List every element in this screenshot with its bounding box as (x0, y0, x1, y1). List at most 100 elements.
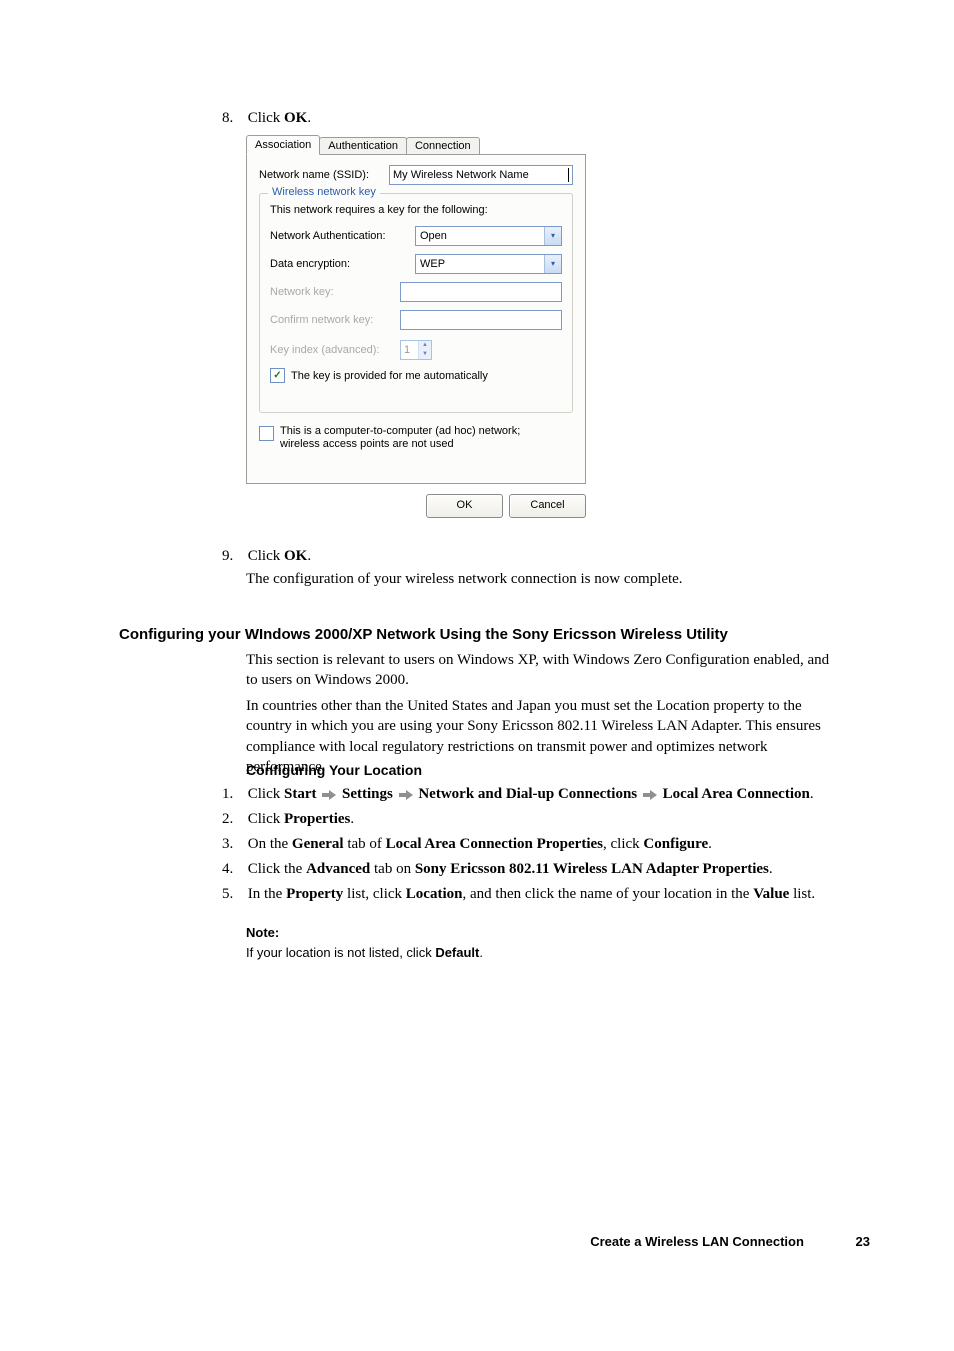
enc-value: WEP (416, 258, 544, 270)
autokey-label: The key is provided for me automatically (291, 370, 488, 382)
ok-button[interactable]: OK (426, 494, 503, 518)
step-9-suffix: . (307, 548, 311, 564)
keyindex-spin-buttons: ▲ ▼ (418, 341, 431, 359)
lac-bold: Local Area Connection (663, 786, 810, 802)
step-8-text: Click OK. (248, 110, 311, 126)
loc-step-3-num: 3. (222, 836, 244, 853)
t: . (810, 786, 814, 802)
t: tab on (370, 861, 415, 877)
spin-down-icon[interactable]: ▼ (419, 350, 431, 359)
footer-title: Create a Wireless LAN Connection (590, 1234, 804, 1249)
start-bold: Start (284, 786, 317, 802)
chevron-down-icon: ▾ (551, 260, 555, 268)
enc-combo[interactable]: WEP ▾ (415, 254, 562, 274)
t: , click (603, 836, 643, 852)
loc-step-4: 4. Click the Advanced tab on Sony Ericss… (222, 861, 872, 878)
section-heading: Configuring your WIndows 2000/XP Network… (119, 626, 728, 643)
t: On the (248, 836, 292, 852)
subsection-heading: Configuring Your Location (246, 762, 422, 778)
t: Click the (248, 861, 306, 877)
loc-step-1: 1. Click Start Settings Network and Dial… (222, 786, 872, 803)
t: . (708, 836, 712, 852)
tab-association-label: Association (255, 139, 311, 151)
loc-step-1-body: Click Start Settings Network and Dial-up… (248, 786, 868, 803)
autokey-row: ✓ The key is provided for me automatical… (270, 368, 562, 383)
loc-step-5: 5. In the Property list, click Location,… (222, 886, 872, 903)
t: If your location is not listed, click (246, 945, 435, 960)
step-8-number: 8. (222, 110, 244, 127)
loc-step-2: 2. Click Properties. (222, 811, 872, 828)
step-9-prefix: Click (248, 548, 284, 564)
loc-step-4-num: 4. (222, 861, 244, 878)
dialog-buttons: OK Cancel (246, 494, 586, 518)
tab-connection[interactable]: Connection (406, 137, 480, 154)
enc-row: Data encryption: WEP ▾ (270, 254, 562, 274)
tab-authentication[interactable]: Authentication (319, 137, 407, 154)
netkey-input[interactable] (400, 282, 562, 302)
step-8-prefix: Click (248, 110, 284, 126)
wireless-properties-dialog: Association Authentication Connection Ne… (246, 134, 586, 528)
arrow-right-icon (399, 790, 413, 800)
keyindex-label: Key index (advanced): (270, 344, 400, 356)
t: Click (248, 786, 284, 802)
auth-label: Network Authentication: (270, 230, 415, 242)
loc-step-2-num: 2. (222, 811, 244, 828)
loc-step-1-num: 1. (222, 786, 244, 803)
autokey-checkbox[interactable]: ✓ (270, 368, 285, 383)
t: list. (789, 886, 815, 902)
step-8-bold: OK (284, 110, 307, 126)
loc-step-2-body: Click Properties. (248, 811, 868, 828)
loc-step-5-body: In the Property list, click Location, an… (248, 886, 868, 903)
adhoc-checkbox[interactable] (259, 426, 274, 441)
spin-up-icon[interactable]: ▲ (419, 341, 431, 350)
default-bold: Default (435, 945, 479, 960)
t: list, click (343, 886, 406, 902)
note-title: Note: (246, 924, 483, 942)
cancel-button[interactable]: Cancel (509, 494, 586, 518)
adhoc-label: This is a computer-to-computer (ad hoc) … (280, 425, 560, 451)
arrow-right-icon (322, 790, 336, 800)
netdial-bold: Network and Dial-up Connections (418, 786, 637, 802)
auth-combo-button[interactable]: ▾ (544, 227, 561, 245)
wireless-key-intro: This network requires a key for the foll… (270, 204, 562, 216)
location-bold: Location (406, 886, 463, 902)
auth-value: Open (416, 230, 544, 242)
tab-connection-label: Connection (415, 140, 471, 152)
auth-row: Network Authentication: Open ▾ (270, 226, 562, 246)
tab-association[interactable]: Association (246, 135, 320, 155)
step-8: 8. Click OK. (222, 110, 311, 127)
t: In the (248, 886, 286, 902)
settings-bold: Settings (342, 786, 393, 802)
properties-bold: Properties (284, 811, 350, 827)
ssid-input[interactable]: My Wireless Network Name (389, 165, 573, 185)
step-9-followup: The configuration of your wireless netwo… (246, 569, 832, 590)
keyindex-spin[interactable]: 1 ▲ ▼ (400, 340, 432, 360)
auth-combo[interactable]: Open ▾ (415, 226, 562, 246)
tab-panel-association: Network name (SSID): My Wireless Network… (246, 154, 586, 484)
property-bold: Property (286, 886, 343, 902)
t: . (350, 811, 354, 827)
step-8-suffix: . (307, 110, 311, 126)
steps-after-dialog: 9. Click OK. The configuration of your w… (222, 546, 832, 590)
t: Click (248, 811, 284, 827)
chevron-down-icon: ▾ (551, 232, 555, 240)
value-bold: Value (753, 886, 789, 902)
advanced-bold: Advanced (306, 861, 370, 877)
t: . (769, 861, 773, 877)
section-para-1: This section is relevant to users on Win… (246, 650, 844, 691)
lacprops-bold: Local Area Connection Properties (386, 836, 603, 852)
step-9-number: 9. (222, 546, 244, 567)
t: tab of (344, 836, 386, 852)
enc-combo-button[interactable]: ▾ (544, 255, 561, 273)
page-footer: Create a Wireless LAN Connection 23 (0, 1234, 870, 1249)
arrow-right-icon (643, 790, 657, 800)
note-block: Note: If your location is not listed, cl… (246, 924, 483, 962)
tab-strip: Association Authentication Connection (246, 134, 586, 154)
adhoc-row: This is a computer-to-computer (ad hoc) … (259, 425, 573, 451)
wireless-key-legend: Wireless network key (268, 186, 380, 198)
general-bold: General (292, 836, 344, 852)
ssid-row: Network name (SSID): My Wireless Network… (259, 165, 573, 185)
confirm-input[interactable] (400, 310, 562, 330)
step-9-text: Click OK. (248, 548, 311, 564)
loc-step-4-body: Click the Advanced tab on Sony Ericsson … (248, 861, 868, 878)
